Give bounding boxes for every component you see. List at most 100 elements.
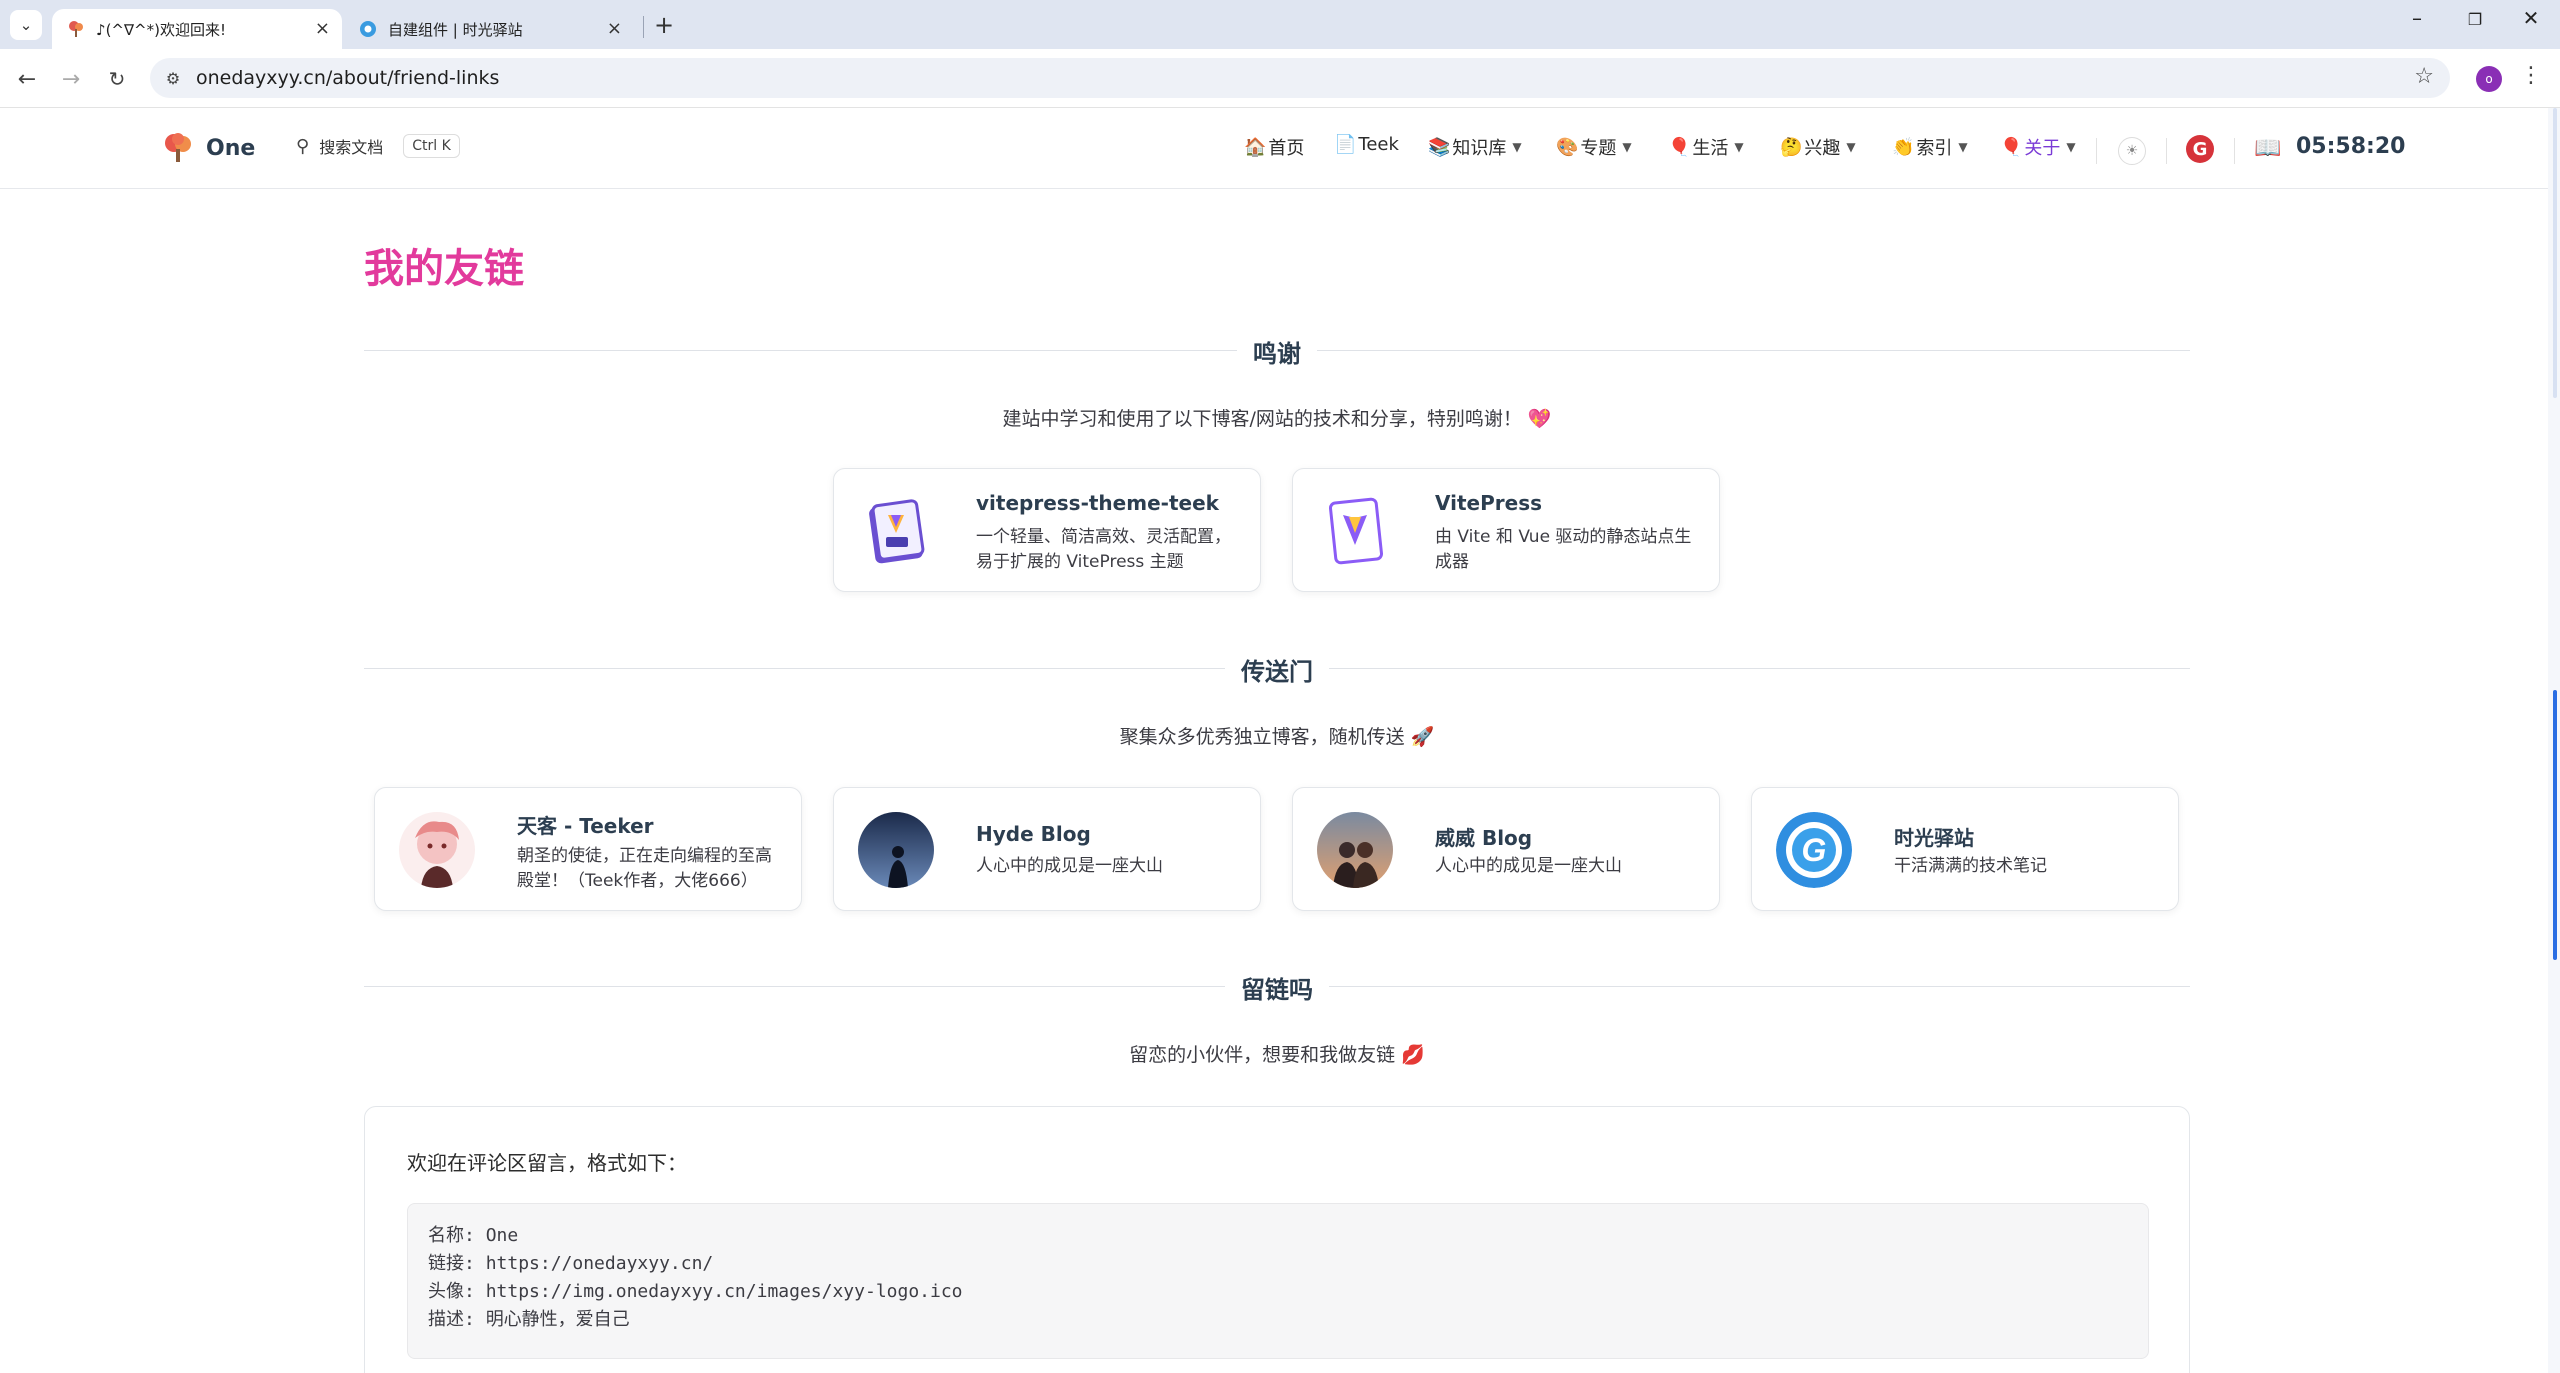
section-title: 鸣谢 — [1237, 334, 1317, 369]
chevron-down-icon: ▼ — [2066, 140, 2076, 154]
friend-card[interactable]: 天客 - Teeker 朝圣的使徒，正在走向编程的至高殿堂！（Teek作者，大佬… — [374, 787, 802, 911]
omnibox[interactable]: ⚙ onedayxyy.cn/about/friend-links ☆ — [150, 58, 2450, 98]
chevron-down-icon: ▼ — [1958, 140, 1968, 154]
card-name: VitePress — [1435, 491, 1543, 515]
friend-card[interactable]: vitepress-theme-teek 一个轻量、简洁高效、灵活配置，易于扩展… — [833, 468, 1261, 592]
svg-text:G: G — [1802, 832, 1827, 868]
card-desc: 人心中的成见是一座大山 — [976, 856, 1163, 876]
card-desc: 人心中的成见是一座大山 — [1435, 856, 1622, 876]
comment-format-box: 欢迎在评论区留言，格式如下： 名称: One 链接: https://oneda… — [364, 1106, 2190, 1373]
tab-title: 自建组件 | 时光驿站 — [388, 20, 523, 39]
nav-item-knowledge[interactable]: 📚 知识库 ▼ — [1428, 134, 1522, 160]
nav-item-label: 专题 — [1580, 138, 1617, 159]
nav-item-interests[interactable]: 🤔 兴趣 ▼ — [1780, 134, 1856, 160]
url-text[interactable]: onedayxyy.cn/about/friend-links — [196, 67, 499, 89]
site-title: One — [206, 135, 256, 161]
tab-title: ♪(^∇^*)欢迎回来! — [96, 20, 226, 39]
nav-item-index[interactable]: 👏 索引 ▼ — [1892, 134, 1968, 160]
tab-search-chevron-icon[interactable]: ⌄ — [10, 10, 42, 40]
code-line: 描述: 明心静性，爱自己 — [428, 1309, 630, 1330]
chevron-down-icon: ▼ — [1846, 140, 1856, 154]
divider — [2096, 138, 2097, 164]
restore-icon[interactable]: ❐ — [2450, 10, 2500, 29]
tab-close-icon[interactable]: × — [607, 18, 622, 39]
section-title: 传送门 — [1225, 652, 1329, 687]
new-tab-plus-icon[interactable]: + — [650, 11, 678, 39]
avatar-shiguang-g-icon: G — [1776, 812, 1852, 888]
forward-arrow-icon[interactable]: → — [56, 64, 86, 94]
page-icon: 📄 — [1334, 134, 1357, 155]
browser-tab-active[interactable]: ♪(^∇^*)欢迎回来! × — [52, 9, 342, 49]
tab-favicon-gear-icon — [358, 19, 378, 39]
reload-icon[interactable]: ↻ — [102, 64, 132, 94]
card-desc: 一个轻量、简洁高效、灵活配置，易于扩展的 VitePress 主题 — [976, 527, 1231, 572]
nav-item-about[interactable]: 🎈 关于 ▼ — [2000, 134, 2076, 160]
profile-avatar[interactable]: o — [2476, 66, 2502, 92]
page-title: 我的友链 — [364, 246, 524, 292]
balloon-icon: 🎈 — [1668, 136, 1691, 158]
heart-icon: 💖 — [1527, 408, 1552, 430]
chevron-down-icon: ▼ — [1512, 140, 1522, 154]
nav-item-life[interactable]: 🎈 生活 ▼ — [1668, 134, 1744, 160]
search-shortcut-kbd: Ctrl K — [403, 134, 460, 158]
section-heading-thanks: 鸣谢 — [364, 334, 2190, 369]
page-viewport: One ⚲ 搜索文档 Ctrl K 🏠 首页 📄 Teek 📚 知识库 ▼ 🎨 … — [0, 108, 2548, 1373]
card-name: 时光驿站 — [1894, 826, 1974, 850]
vitepress-logo-icon — [1317, 493, 1393, 569]
window-close-icon[interactable]: ✕ — [2506, 6, 2556, 30]
tab-close-icon[interactable]: × — [315, 18, 330, 39]
nav-item-label: 知识库 — [1452, 138, 1507, 159]
nav-item-label: Teek — [1358, 134, 1399, 155]
section-heading-leave-link: 留链吗 — [364, 970, 2190, 1005]
friend-card[interactable]: VitePress 由 Vite 和 Vue 驱动的静态站点生成器 — [1292, 468, 1720, 592]
tab-favicon-tree-icon — [66, 19, 86, 39]
section-desc: 留恋的小伙伴，想要和我做友链 💋 — [364, 1040, 2190, 1067]
lips-icon: 💋 — [1401, 1044, 1425, 1066]
friend-card[interactable]: 威威 Blog 人心中的成见是一座大山 — [1292, 787, 1720, 911]
back-arrow-icon[interactable]: ← — [12, 64, 42, 94]
card-desc: 朝圣的使徒，正在走向编程的至高殿堂！（Teek作者，大佬666） — [517, 846, 772, 891]
g-logo-icon[interactable]: G — [2186, 135, 2214, 163]
minimize-icon[interactable]: – — [2392, 6, 2442, 30]
site-navbar: One ⚲ 搜索文档 Ctrl K 🏠 首页 📄 Teek 📚 知识库 ▼ 🎨 … — [0, 108, 2548, 189]
section-title: 留链吗 — [1225, 970, 1329, 1005]
nav-item-label: 索引 — [1916, 138, 1953, 159]
card-desc: 由 Vite 和 Vue 驱动的静态站点生成器 — [1435, 527, 1692, 572]
browser-menu-icon[interactable]: ⋮ — [2520, 63, 2542, 88]
clock: 05:58:20 — [2296, 134, 2406, 159]
comment-intro: 欢迎在评论区留言，格式如下： — [407, 1151, 687, 1175]
search-icon: ⚲ — [296, 135, 310, 157]
section-heading-portal: 传送门 — [364, 652, 2190, 687]
nav-item-label: 关于 — [2024, 138, 2061, 159]
nav-item-topics[interactable]: 🎨 专题 ▼ — [1556, 134, 1632, 160]
scrollbar-thumb[interactable] — [2553, 690, 2557, 960]
nav-item-home[interactable]: 🏠 首页 — [1244, 134, 1304, 160]
scrollbar-track-upper — [2553, 108, 2557, 398]
code-block[interactable]: 名称: One 链接: https://onedayxyy.cn/ 头像: ht… — [407, 1203, 2149, 1359]
section-desc: 建站中学习和使用了以下博客/网站的技术和分享，特别鸣谢！ 💖 — [364, 404, 2190, 431]
browser-tab-strip: ⌄ ♪(^∇^*)欢迎回来! × 自建组件 | 时光驿站 × + – ❐ ✕ — [0, 0, 2560, 49]
section-desc-text: 聚集众多优秀独立博客，随机传送 — [1119, 726, 1405, 748]
balloon-icon: 🎈 — [2000, 136, 2023, 158]
browser-tab[interactable]: 自建组件 | 时光驿站 × — [344, 9, 634, 49]
search-button[interactable]: ⚲ 搜索文档 Ctrl K — [296, 134, 460, 158]
tab-divider — [643, 16, 644, 38]
card-name: 威威 Blog — [1435, 826, 1533, 850]
friend-card[interactable]: Hyde Blog 人心中的成见是一座大山 — [833, 787, 1261, 911]
site-logo[interactable]: One — [162, 132, 255, 164]
avatar-weiwei — [1317, 812, 1393, 888]
chevron-down-icon: ▼ — [1734, 140, 1744, 154]
friend-card[interactable]: G 时光驿站 干活满满的技术笔记 — [1751, 787, 2179, 911]
open-book-icon[interactable]: 📖 — [2254, 136, 2281, 161]
tree-logo-icon — [165, 133, 191, 162]
code-line: 名称: One — [428, 1225, 519, 1246]
nav-item-teek[interactable]: 📄 Teek — [1334, 134, 1399, 155]
rocket-icon: 🚀 — [1410, 726, 1435, 748]
bookmark-star-icon[interactable]: ☆ — [2414, 64, 2434, 89]
theme-toggle-sun-icon[interactable]: ☀ — [2118, 137, 2146, 165]
nav-item-label: 兴趣 — [1804, 138, 1841, 159]
divider — [2166, 138, 2167, 164]
house-icon: 🏠 — [1244, 136, 1267, 158]
site-info-icon[interactable]: ⚙ — [162, 67, 184, 89]
thinking-face-icon: 🤔 — [1780, 136, 1803, 158]
